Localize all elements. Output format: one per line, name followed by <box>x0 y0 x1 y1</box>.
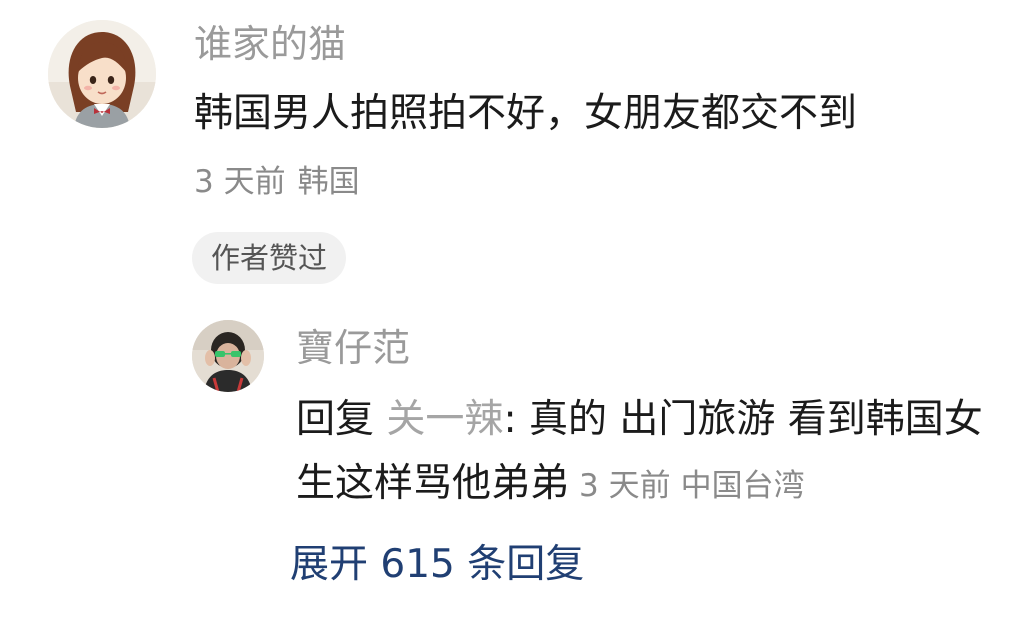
comment-avatar[interactable] <box>48 20 156 128</box>
comment-location: 韩国 <box>297 164 360 200</box>
comment-username[interactable]: 谁家的猫 <box>194 18 346 70</box>
avatar-photo-icon <box>192 320 264 392</box>
reply-avatar[interactable] <box>192 320 264 392</box>
reply-body: 回复 关一辣: 真的 出门旅游 看到韩国女生这样骂他弟弟 3 天前 中国台湾 <box>296 388 1016 518</box>
comment-time: 3 天前 <box>194 164 286 200</box>
author-liked-badge: 作者赞过 <box>192 232 347 284</box>
reply-prefix: 回复 <box>296 397 375 442</box>
comment-meta: 3 天前 韩国 <box>194 160 360 204</box>
comment-text: 韩国男人拍照拍不好，女朋友都交不到 <box>194 91 858 136</box>
reply-meta: 3 天前 中国台湾 <box>579 468 805 504</box>
avatar-cartoon-girl-icon <box>48 20 156 128</box>
reply-time: 3 天前 <box>579 468 671 504</box>
reply-separator: : <box>503 397 517 442</box>
reply-username[interactable]: 寶仔范 <box>296 322 410 374</box>
expand-replies-button[interactable]: 展开 615 条回复 <box>290 538 584 592</box>
reply-mention[interactable]: 关一辣 <box>386 397 503 442</box>
reply-location: 中国台湾 <box>680 468 805 504</box>
